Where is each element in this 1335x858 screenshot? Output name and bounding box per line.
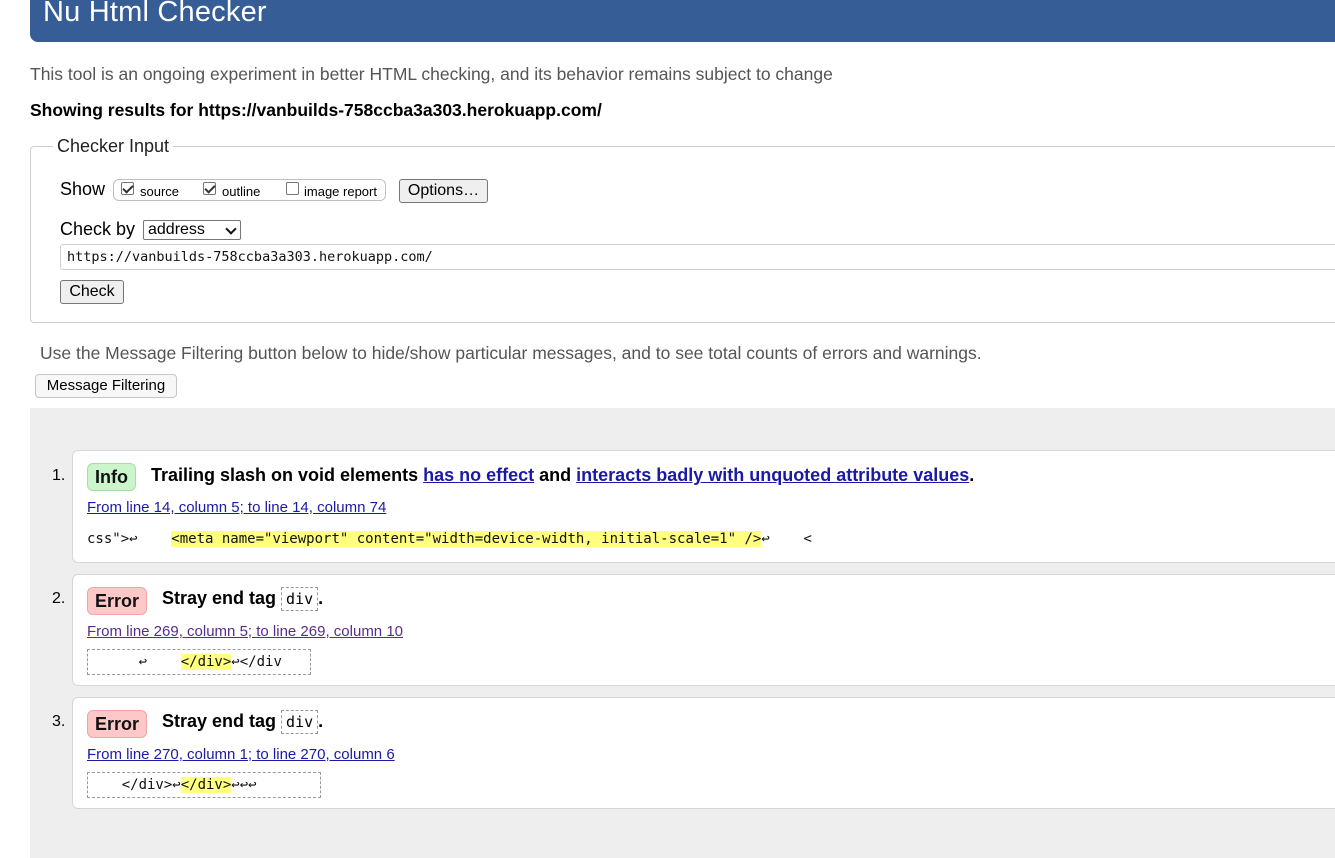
message-text-part: and — [539, 465, 572, 485]
message-text-part: Stray end tag — [162, 587, 277, 608]
extract-text: </div>↩ — [88, 777, 181, 793]
results-for-heading: Showing results for https://vanbuilds-75… — [30, 100, 602, 120]
message-text-part: . — [318, 710, 324, 731]
outline-checkbox-label[interactable]: outline — [222, 184, 260, 199]
unquoted-attribute-link[interactable]: interacts badly with unquoted attribute … — [576, 465, 969, 485]
message-text: Stray end tag div. — [162, 710, 323, 734]
check-button[interactable]: Check — [60, 280, 124, 304]
message-text: Trailing slash on void elements has no e… — [151, 465, 974, 486]
message-item-error: Error Stray end tag div. From line 269, … — [72, 574, 1335, 686]
message-text-part: Stray end tag — [162, 710, 277, 731]
extract-text: ↩↩↩ — [231, 777, 257, 793]
has-no-effect-link[interactable]: has no effect — [423, 465, 534, 485]
message-number: 1. — [52, 467, 66, 484]
source-extract: css">↩ <meta name="viewport" content="wi… — [87, 531, 812, 547]
message-filtering-button[interactable]: Message Filtering — [35, 374, 177, 398]
check-by-selected-value: address — [148, 221, 205, 238]
show-options-group: source outline image report — [113, 179, 386, 201]
show-label: Show — [60, 179, 106, 199]
extract-highlight: </div> — [180, 777, 232, 793]
source-checkbox[interactable] — [121, 182, 134, 195]
message-item-error: Error Stray end tag div. From line 270, … — [72, 697, 1335, 809]
location-link[interactable]: From line 14, column 5; to line 14, colu… — [87, 499, 386, 516]
error-badge: Error — [87, 587, 148, 615]
extract-text: ↩</div — [231, 654, 282, 670]
message-number: 2. — [52, 590, 66, 607]
extract-text: ↩ — [88, 654, 181, 670]
location-link[interactable]: From line 270, column 1; to line 270, co… — [87, 746, 395, 763]
message-item-info: Info Trailing slash on void elements has… — [72, 450, 1335, 563]
extract-text: css">↩ — [87, 531, 172, 547]
source-extract: ↩ </div>↩</div — [87, 649, 311, 675]
source-checkbox-label[interactable]: source — [140, 184, 179, 199]
options-button[interactable]: Options… — [399, 179, 488, 203]
code-token: div — [281, 710, 319, 734]
header-banner: Nu Html Checker — [30, 0, 1335, 42]
extract-text: ↩ < — [761, 531, 812, 547]
image-report-checkbox-label[interactable]: image report — [304, 184, 377, 199]
checker-input-legend: Checker Input — [57, 136, 170, 156]
tagline: This tool is an ongoing experiment in be… — [30, 64, 833, 84]
code-token: div — [281, 587, 319, 611]
info-badge: Info — [87, 463, 136, 491]
extract-highlight: <meta name="viewport" content="width=dev… — [171, 531, 762, 547]
message-number: 3. — [52, 713, 66, 730]
outline-checkbox[interactable] — [203, 182, 216, 195]
image-report-checkbox[interactable] — [286, 182, 299, 195]
extract-highlight: </div> — [180, 654, 232, 670]
check-by-select[interactable]: address — [143, 220, 241, 240]
error-badge: Error — [87, 710, 148, 738]
chevron-down-icon — [225, 223, 237, 235]
message-text-part: . — [969, 465, 975, 485]
location-link[interactable]: From line 269, column 5; to line 269, co… — [87, 623, 403, 640]
url-input[interactable]: https://vanbuilds-758ccba3a303.herokuapp… — [60, 244, 1335, 270]
check-by-label: Check by — [60, 219, 136, 239]
page-title: Nu Html Checker — [43, 0, 267, 28]
message-text-part: . — [318, 587, 324, 608]
message-text-part: Trailing slash on void elements — [151, 465, 419, 485]
filter-hint: Use the Message Filtering button below t… — [40, 343, 982, 363]
source-extract: </div>↩</div>↩↩↩ — [87, 772, 321, 798]
message-text: Stray end tag div. — [162, 587, 323, 611]
